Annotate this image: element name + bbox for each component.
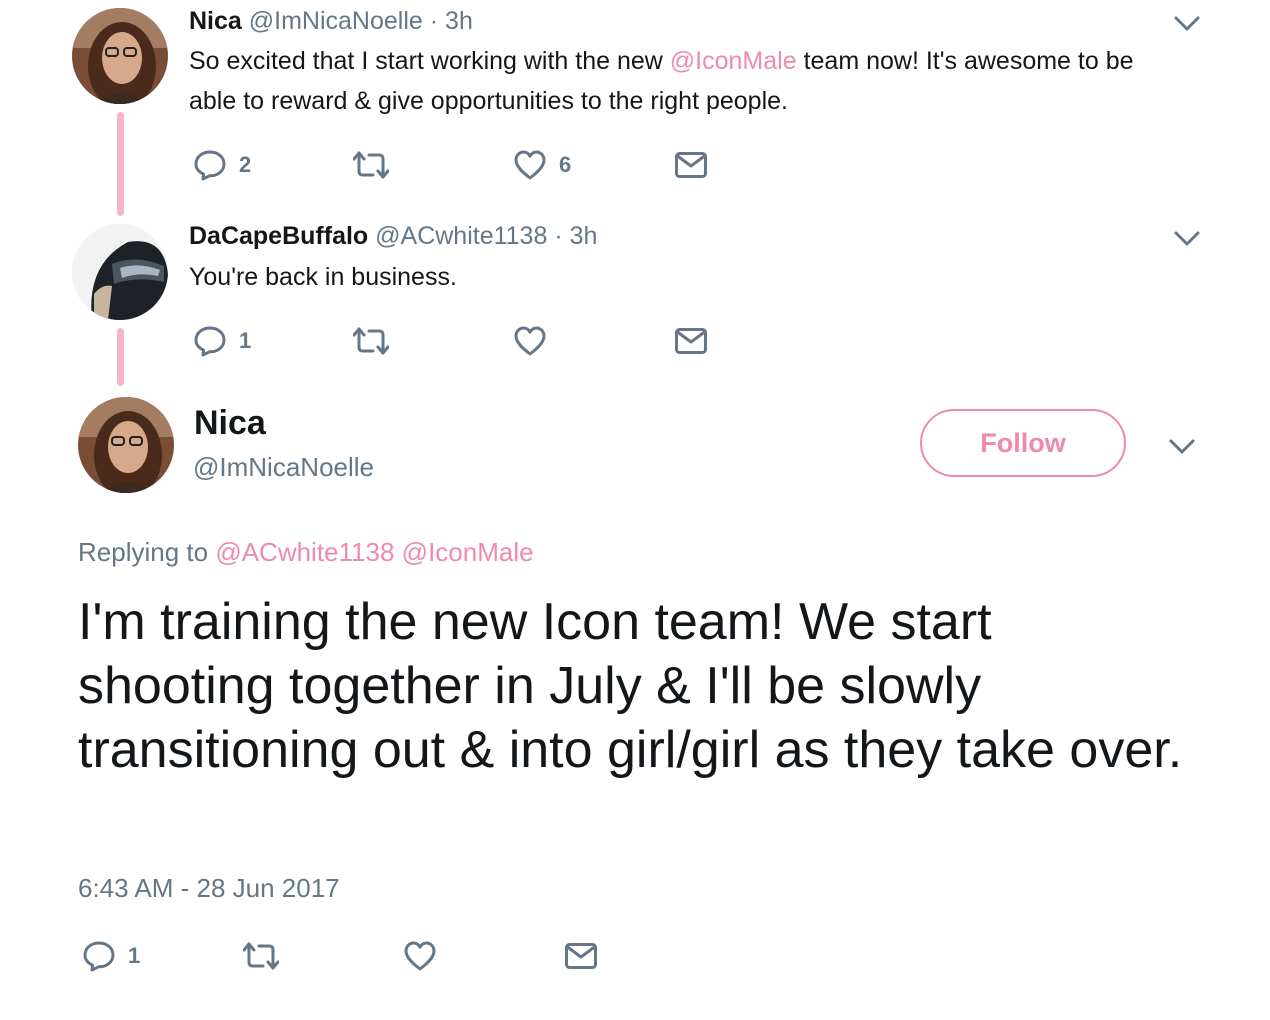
author-name[interactable]: Nica <box>189 7 242 35</box>
tweet-text: You're back in business. <box>189 263 457 291</box>
author-handle[interactable]: @ImNicaNoelle <box>193 452 374 483</box>
reply-button[interactable]: 1 <box>193 325 251 357</box>
tweet-header: DaCapeBuffalo @ACwhite1138 · 3h <box>189 221 597 251</box>
tweet-text: So excited that I start working with the… <box>189 47 1134 115</box>
like-count: 6 <box>559 152 572 177</box>
heart-icon <box>514 150 546 180</box>
envelope-icon <box>675 328 707 354</box>
tweet-time[interactable]: · 3h <box>430 7 473 35</box>
follow-button[interactable]: Follow <box>920 409 1126 477</box>
retweet-button[interactable] <box>353 325 401 357</box>
tweet-timestamp[interactable]: 6:43 AM - 28 Jun 2017 <box>78 873 340 904</box>
author-handle[interactable]: @ImNicaNoelle <box>249 7 423 35</box>
avatar[interactable] <box>72 8 168 104</box>
thread-line-1 <box>117 112 124 216</box>
tweet-header: Nica @ImNicaNoelle · 3h <box>189 6 473 36</box>
mention-link[interactable]: @IconMale <box>402 537 534 567</box>
envelope-icon <box>675 152 707 178</box>
chevron-down-icon[interactable] <box>1172 229 1202 249</box>
reply-count: 2 <box>239 152 252 177</box>
like-button[interactable] <box>403 940 449 972</box>
reply-button[interactable]: 2 <box>193 149 251 181</box>
author-name[interactable]: DaCapeBuffalo <box>189 222 368 250</box>
heart-icon <box>514 326 546 356</box>
reply-count: 1 <box>128 943 141 968</box>
chevron-down-icon[interactable] <box>1172 14 1202 34</box>
retweet-icon <box>243 942 279 970</box>
reply-bubble-icon <box>194 326 226 357</box>
reply-button[interactable]: 1 <box>82 940 140 972</box>
replying-to: Replying to @ACwhite1138 @IconMale <box>78 537 534 568</box>
direct-message-button[interactable] <box>564 940 598 972</box>
author-name[interactable]: Nica <box>194 404 266 443</box>
author-handle[interactable]: @ACwhite1138 <box>375 222 547 250</box>
tweet-time[interactable]: · 3h <box>554 222 597 250</box>
thread-line-2 <box>117 328 124 386</box>
mention-link[interactable]: @IconMale <box>670 47 797 75</box>
retweet-icon <box>353 151 389 179</box>
chevron-down-icon[interactable] <box>1167 437 1197 457</box>
direct-message-button[interactable] <box>674 149 708 181</box>
tweet-text: I'm training the new Icon team! We start… <box>78 593 1183 779</box>
avatar[interactable] <box>78 397 174 493</box>
retweet-icon <box>353 327 389 355</box>
mention-link[interactable]: @ACwhite1138 <box>215 537 394 567</box>
reply-bubble-icon <box>194 150 226 181</box>
retweet-button[interactable] <box>353 149 401 181</box>
reply-bubble-icon <box>83 941 115 972</box>
heart-icon <box>404 941 436 971</box>
like-button[interactable] <box>513 325 559 357</box>
envelope-icon <box>565 943 597 969</box>
retweet-button[interactable] <box>243 940 291 972</box>
direct-message-button[interactable] <box>674 325 708 357</box>
replying-label: Replying to <box>78 537 209 567</box>
reply-count: 1 <box>239 328 252 353</box>
like-button[interactable]: 6 <box>513 149 571 181</box>
avatar[interactable] <box>72 224 168 320</box>
